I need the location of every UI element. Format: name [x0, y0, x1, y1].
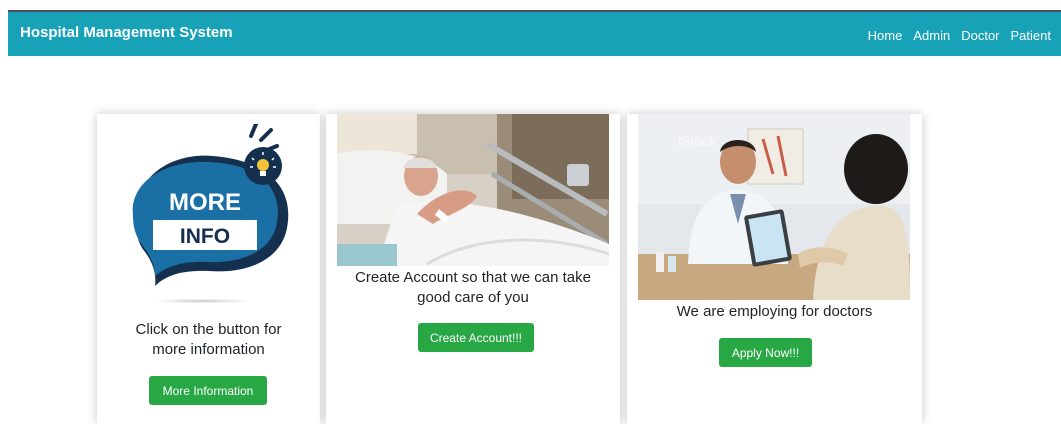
more-info-card: MORE INFO Click on the button for more i…: [97, 114, 320, 424]
photo-watermark: iStock: [678, 133, 717, 149]
create-account-button[interactable]: Create Account!!!: [418, 323, 534, 352]
create-account-text-line1: Create Account so that we can take: [355, 269, 591, 286]
create-account-text-line2: good care of you: [417, 289, 529, 306]
create-account-card: Create Account so that we can take good …: [326, 114, 620, 424]
apply-now-button[interactable]: Apply Now!!!: [719, 338, 812, 367]
more-info-text-line2: more information: [152, 341, 265, 358]
navbar-brand[interactable]: Hospital Management System: [20, 24, 233, 41]
doctor-consultation-photo: iStock: [638, 114, 910, 300]
nav-patient-link[interactable]: Patient: [1011, 28, 1051, 43]
doctor-apply-card: iStock We are employing for doctors Appl…: [627, 114, 922, 424]
graphic-more-text: MORE: [169, 189, 241, 216]
nav-links: Home Admin Doctor Patient: [868, 28, 1051, 43]
more-information-button[interactable]: More Information: [149, 376, 267, 405]
graphic-shadow: [157, 299, 247, 303]
nav-doctor-link[interactable]: Doctor: [961, 28, 999, 43]
nav-admin-link[interactable]: Admin: [913, 28, 950, 43]
patient-in-bed-photo: [337, 114, 609, 266]
graphic-info-text: INFO: [180, 225, 230, 248]
nav-home-link[interactable]: Home: [868, 28, 903, 43]
more-info-graphic: MORE INFO: [132, 124, 289, 286]
more-info-text-line1: Click on the button for: [135, 321, 282, 338]
employing-doctors-text: We are employing for doctors: [676, 303, 873, 320]
top-navbar: Hospital Management System Home Admin Do…: [8, 10, 1061, 56]
